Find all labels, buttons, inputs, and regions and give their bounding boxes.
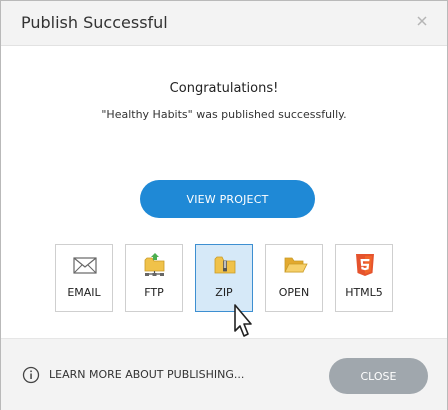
ftp-folder-icon (144, 253, 165, 276)
zip-folder-icon (214, 256, 236, 274)
html5-icon (356, 254, 374, 276)
close-button[interactable]: CLOSE (329, 358, 428, 394)
html5-label: HTML5 (345, 286, 383, 299)
publish-dialog: Publish Successful Congratulations! "Hea… (0, 0, 448, 410)
open-tile[interactable]: OPEN (265, 244, 323, 312)
email-tile[interactable]: EMAIL (55, 244, 113, 312)
ftp-tile[interactable]: FTP (125, 244, 183, 312)
envelope-icon (73, 257, 97, 274)
view-project-button[interactable]: VIEW PROJECT (140, 180, 315, 218)
info-icon (22, 366, 40, 384)
publish-message: "Healthy Habits" was published successfu… (101, 108, 347, 121)
open-folder-icon (284, 257, 308, 273)
dialog-footer: LEARN MORE ABOUT PUBLISHING... CLOSE (1, 338, 447, 410)
mouse-pointer-icon (234, 304, 252, 337)
dialog-title: Publish Successful (21, 13, 168, 32)
dialog-header: Publish Successful (1, 1, 447, 46)
ftp-label: FTP (144, 286, 164, 299)
close-icon[interactable] (415, 14, 429, 28)
learn-more-link[interactable]: LEARN MORE ABOUT PUBLISHING... (49, 368, 244, 381)
congratulations-heading: Congratulations! (169, 81, 279, 96)
html5-tile[interactable]: HTML5 (335, 244, 393, 312)
zip-label: ZIP (215, 286, 233, 299)
open-label: OPEN (278, 286, 310, 299)
email-label: EMAIL (67, 286, 101, 299)
